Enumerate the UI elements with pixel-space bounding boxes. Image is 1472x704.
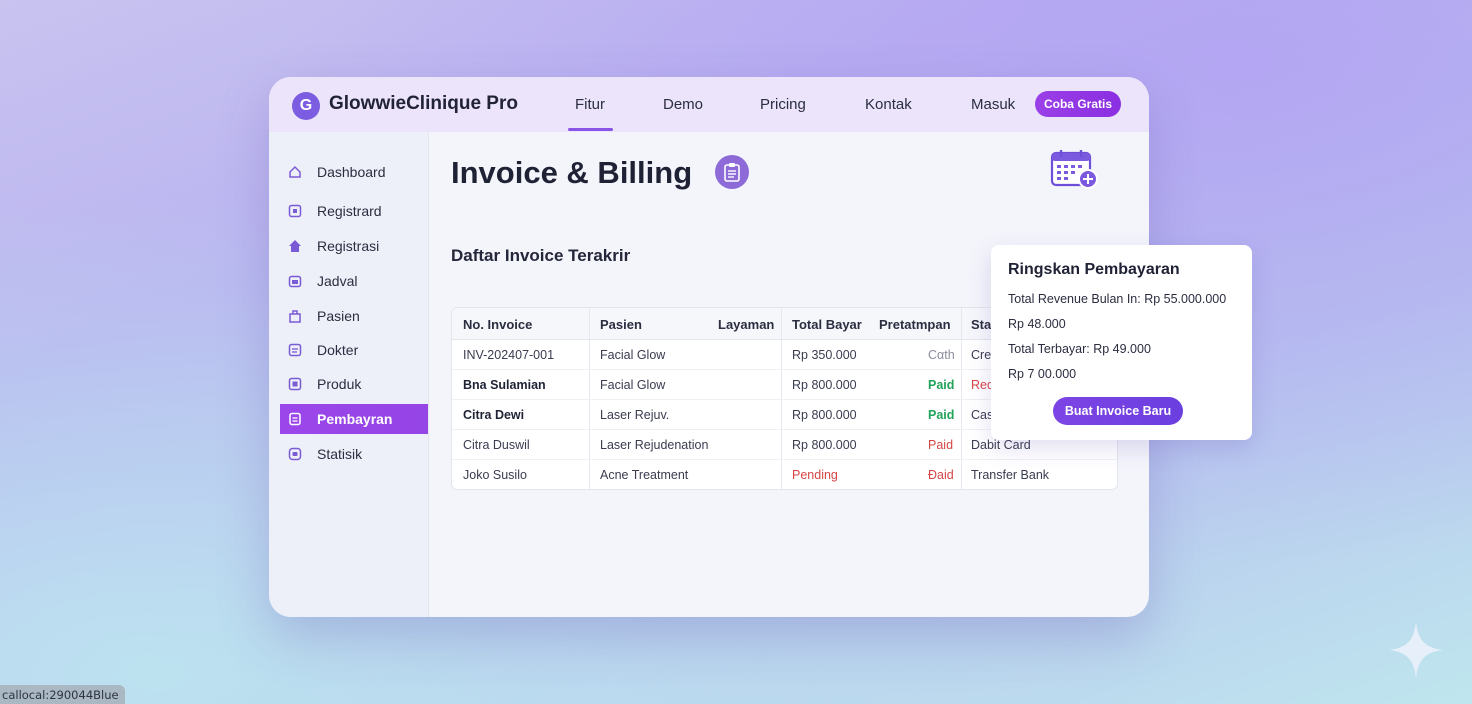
- status-cell: Paid: [928, 378, 955, 392]
- column-header-invoice[interactable]: No. Invoice: [463, 317, 532, 332]
- method-cell: Cre: [971, 348, 992, 362]
- sidebar-item-label: Registrasi: [317, 238, 380, 254]
- nav-link-fitur[interactable]: Fitur: [575, 96, 605, 113]
- active-nav-indicator: [568, 128, 613, 131]
- page-title: Invoice & Billing: [451, 155, 693, 190]
- sidebar-item-pembayaran[interactable]: Pembayran: [280, 404, 428, 434]
- calendar-icon: [288, 274, 302, 288]
- sidebar-item-label: Dashboard: [317, 164, 386, 180]
- total-cell: Pending: [792, 468, 838, 482]
- invoice-cell: Joko Susilo: [463, 468, 527, 482]
- invoice-cell: Bna Sulamian: [463, 378, 546, 392]
- column-header-pasien[interactable]: Pasien: [600, 317, 642, 332]
- bag-icon: [288, 309, 302, 323]
- nav-link-masuk[interactable]: Masuk: [971, 96, 1015, 113]
- summary-revenue: Total Revenue Bulan In: Rp 55.000.000: [1008, 292, 1227, 306]
- try-free-button[interactable]: Coba Gratis: [1035, 91, 1121, 117]
- status-cell: Paid: [928, 408, 955, 422]
- nav-link-kontak[interactable]: Kontak: [865, 96, 912, 113]
- nav-link-demo[interactable]: Demo: [663, 96, 703, 113]
- column-header-status[interactable]: Pretatmpan: [879, 317, 951, 332]
- service-cell: Facial Glow: [600, 378, 666, 392]
- top-navigation: G GlowwieClinique Pro Fitur Demo Pricing…: [269, 77, 1149, 132]
- total-cell: Rp 800.000: [792, 438, 857, 452]
- service-cell: Laser Rejudenation: [600, 438, 709, 452]
- sidebar-item-label: Dokter: [317, 342, 359, 358]
- summary-value: Rp 48.000: [1008, 317, 1066, 331]
- status-chip: callocal:290044Blue: [0, 685, 125, 704]
- sidebar-item-registrard[interactable]: Registrard: [280, 196, 428, 226]
- method-cell: Cas: [971, 408, 994, 422]
- status-cell: Paid: [928, 438, 954, 452]
- sidebar: Dashboard Registrard Registrasi Jadval P…: [269, 132, 429, 617]
- table-row[interactable]: Joko Susilo Acne Treatment Pending Ðaid …: [452, 460, 1117, 489]
- summary-title: Ringskan Pembayaran: [1008, 261, 1180, 278]
- status-cell: Ðaid: [928, 468, 954, 482]
- sidebar-item-label: Produk: [317, 376, 362, 392]
- sparkle-icon: [1389, 622, 1443, 678]
- chart-icon: [288, 447, 302, 461]
- method-cell: Dabit Card: [971, 438, 1031, 452]
- sidebar-item-statisik[interactable]: Statisik: [280, 439, 428, 469]
- invoice-cell: Citra Dewi: [463, 408, 525, 422]
- create-invoice-button[interactable]: Buat Invoice Baru: [1053, 397, 1183, 425]
- total-cell: Rp 800.000: [792, 378, 857, 392]
- sidebar-item-registrasi[interactable]: Registrasi: [280, 231, 428, 261]
- edit-icon: [288, 204, 302, 218]
- brand-logo-icon[interactable]: G: [292, 92, 320, 120]
- receipt-icon: [288, 412, 302, 426]
- clipboard-icon[interactable]: [715, 155, 749, 189]
- summary-paid: Total Terbayar: Rp 49.000: [1008, 342, 1151, 356]
- service-cell: Facial Glow: [600, 348, 666, 362]
- sidebar-item-pasien[interactable]: Pasien: [280, 301, 428, 331]
- invoice-list-title: Daftar Invoice Terakrir: [451, 246, 631, 265]
- column-header-total[interactable]: Total Bayar: [792, 317, 862, 332]
- service-cell: Acne Treatment: [600, 468, 689, 482]
- summary-value: Rp 7 00.000: [1008, 367, 1077, 381]
- nav-link-pricing[interactable]: Pricing: [760, 96, 806, 113]
- sidebar-item-dashboard[interactable]: Dashboard: [280, 157, 428, 187]
- sidebar-item-label: Statisik: [317, 446, 363, 462]
- sidebar-item-produk[interactable]: Produk: [280, 369, 428, 399]
- box-icon: [288, 377, 302, 391]
- total-cell: Rp 800.000: [792, 408, 857, 422]
- sidebar-item-label: Pembayran: [317, 411, 393, 427]
- column-header-layanan[interactable]: Layaman: [718, 317, 774, 332]
- house-icon: [288, 239, 302, 253]
- invoice-cell: INV-202407-001: [463, 348, 555, 362]
- home-icon: [288, 165, 302, 179]
- status-cell: Cαth: [928, 348, 955, 362]
- payment-summary-card: Ringskan Pembayaran Total Revenue Bulan …: [991, 245, 1252, 440]
- sidebar-item-dokter[interactable]: Dokter: [280, 335, 428, 365]
- sidebar-item-label: Registrard: [317, 203, 382, 219]
- invoice-cell: Citra Duswil: [463, 438, 530, 452]
- sidebar-item-label: Pasien: [317, 308, 360, 324]
- total-cell: Rp 350.000: [792, 348, 857, 362]
- service-cell: Laser Rejuv.: [600, 408, 670, 422]
- calendar-add-icon[interactable]: [1050, 149, 1100, 191]
- brand-name[interactable]: GlowwieClinique Pro: [329, 93, 518, 115]
- sidebar-item-jadval[interactable]: Jadval: [280, 266, 428, 296]
- method-cell: Transfer Bank: [971, 468, 1050, 482]
- doc-icon: [288, 343, 302, 357]
- sidebar-item-label: Jadval: [317, 273, 358, 289]
